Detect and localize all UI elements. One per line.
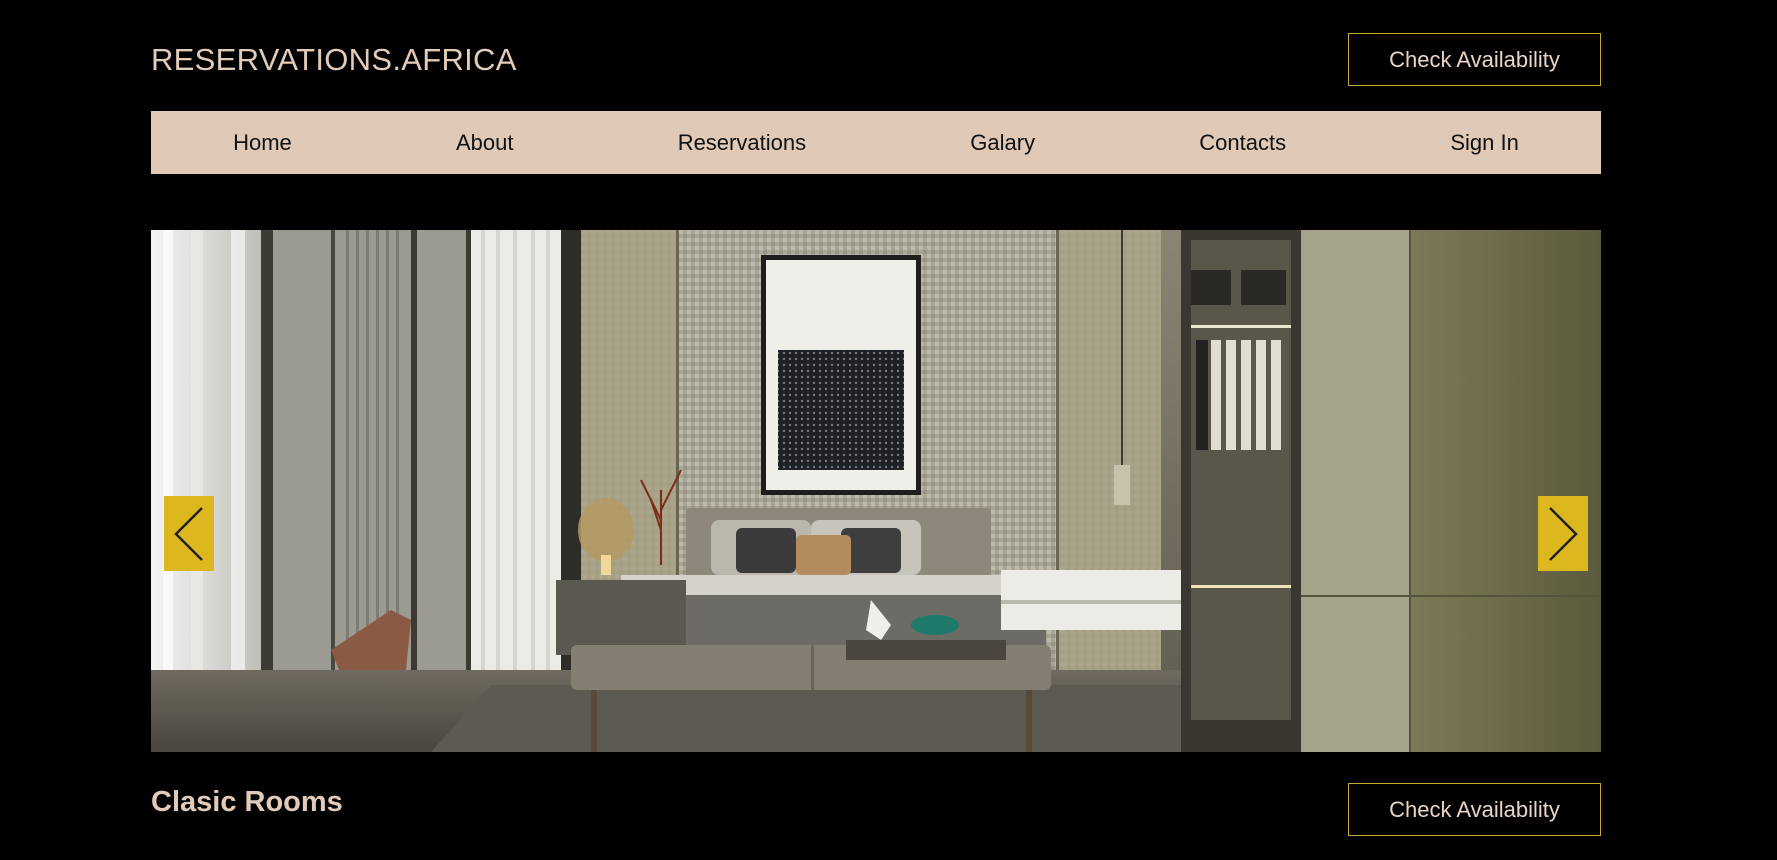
section-title: Clasic Rooms <box>151 786 343 818</box>
image-slider <box>151 230 1601 752</box>
nav-item-about[interactable]: About <box>436 122 534 164</box>
nav-item-reservations[interactable]: Reservations <box>658 122 826 164</box>
room-check-availability-button[interactable]: Check Availability <box>1348 783 1601 836</box>
nav-item-galary[interactable]: Galary <box>950 122 1055 164</box>
nav-item-sign-in[interactable]: Sign In <box>1430 122 1539 164</box>
nav-item-home[interactable]: Home <box>213 122 312 164</box>
site-logo[interactable]: RESERVATIONS.AFRICA <box>151 42 517 78</box>
check-availability-button[interactable]: Check Availability <box>1348 33 1601 86</box>
main-nav: Home About Reservations Galary Contacts … <box>151 111 1601 174</box>
nav-item-contacts[interactable]: Contacts <box>1179 122 1306 164</box>
site-header: RESERVATIONS.AFRICA Check Availability <box>151 32 1601 87</box>
bedroom-image <box>151 230 1601 752</box>
room-section: Clasic Rooms Check Availability <box>151 782 1601 837</box>
chevron-right-icon <box>1549 506 1578 561</box>
slider-prev-button[interactable] <box>164 496 214 571</box>
chevron-left-icon <box>174 506 203 561</box>
slider-next-button[interactable] <box>1538 496 1588 571</box>
